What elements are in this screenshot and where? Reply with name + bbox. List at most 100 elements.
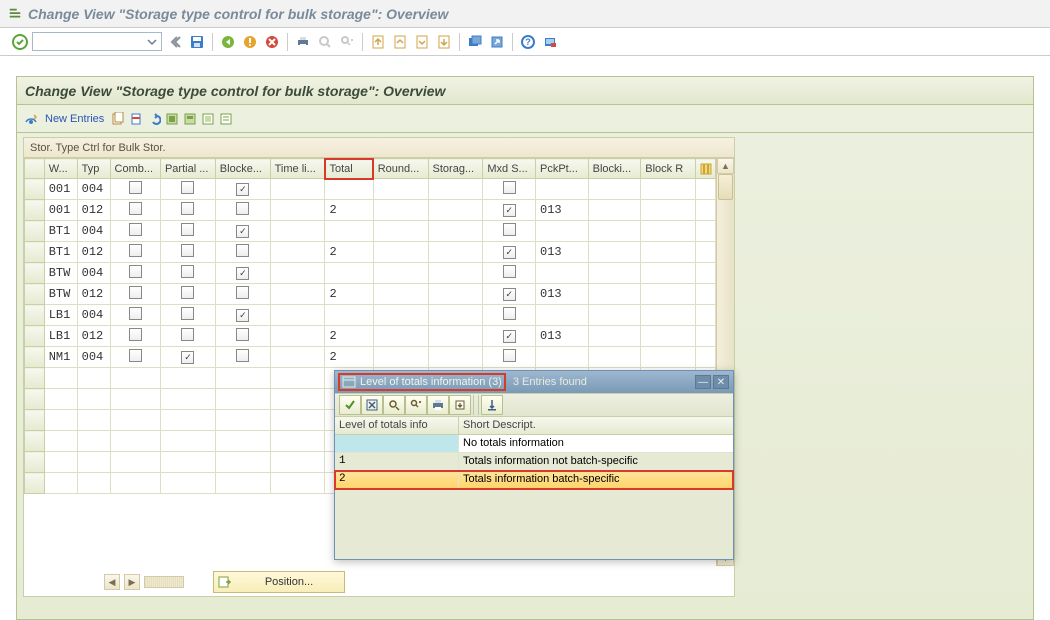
column-header[interactable]: Block R (641, 159, 696, 179)
column-header[interactable]: Blocke... (215, 159, 270, 179)
copy-as-icon[interactable] (110, 111, 126, 127)
select-all-icon[interactable] (164, 111, 180, 127)
table-row[interactable]: NM1004✓2 (25, 347, 716, 368)
checkbox[interactable] (129, 181, 142, 194)
prev-page-icon[interactable] (391, 33, 409, 51)
row-selector[interactable] (25, 347, 45, 368)
row-selector[interactable] (25, 200, 45, 221)
row-selector[interactable] (25, 431, 45, 452)
checkbox[interactable]: ✓ (503, 330, 516, 343)
row-selector[interactable] (25, 242, 45, 263)
checkbox[interactable] (236, 349, 249, 362)
row-selector[interactable] (25, 389, 45, 410)
table-row[interactable]: BT10122✓013 (25, 242, 716, 263)
dropdown-icon[interactable] (145, 35, 159, 49)
enter-icon[interactable] (12, 34, 28, 50)
checkbox[interactable] (129, 328, 142, 341)
config-icon[interactable] (218, 111, 234, 127)
new-session-icon[interactable] (466, 33, 484, 51)
checkbox[interactable] (129, 265, 142, 278)
select-block-icon[interactable] (182, 111, 198, 127)
checkbox[interactable]: ✓ (503, 288, 516, 301)
column-header[interactable]: Blocki... (588, 159, 641, 179)
find-icon[interactable] (316, 33, 334, 51)
popup-titlebar[interactable]: Level of totals information (3) 3 Entrie… (335, 371, 733, 393)
table-row[interactable]: LB1004✓ (25, 305, 716, 326)
checkbox[interactable] (129, 244, 142, 257)
row-selector[interactable] (25, 326, 45, 347)
column-header[interactable]: Comb... (110, 159, 160, 179)
accept-icon[interactable] (339, 395, 361, 415)
checkbox[interactable] (181, 286, 194, 299)
checkbox[interactable]: ✓ (236, 183, 249, 196)
toggle-display-icon[interactable] (23, 111, 39, 127)
popup-row[interactable]: 2Totals information batch-specific (335, 471, 733, 489)
checkbox[interactable] (129, 286, 142, 299)
minimize-icon[interactable]: — (695, 375, 711, 389)
last-page-icon[interactable] (435, 33, 453, 51)
table-row[interactable]: BT1004✓ (25, 221, 716, 242)
row-selector[interactable] (25, 452, 45, 473)
configure-columns-icon[interactable] (696, 159, 716, 179)
row-selector[interactable] (25, 179, 45, 200)
checkbox[interactable] (503, 265, 516, 278)
checkbox[interactable] (236, 202, 249, 215)
delete-icon[interactable] (128, 111, 144, 127)
table-row[interactable]: 0010122✓013 (25, 200, 716, 221)
undo-icon[interactable] (146, 111, 162, 127)
checkbox[interactable] (129, 307, 142, 320)
generate-shortcut-icon[interactable] (488, 33, 506, 51)
checkbox[interactable] (236, 286, 249, 299)
checkbox[interactable] (129, 349, 142, 362)
scroll-thumb[interactable] (718, 174, 733, 200)
row-selector[interactable] (25, 368, 45, 389)
checkbox[interactable] (181, 328, 194, 341)
checkbox[interactable]: ✓ (236, 309, 249, 322)
checkbox[interactable] (129, 223, 142, 236)
window-menu-icon[interactable] (8, 7, 22, 21)
column-header[interactable]: Partial ... (160, 159, 215, 179)
checkbox[interactable] (503, 223, 516, 236)
row-selector[interactable] (25, 263, 45, 284)
table-row[interactable]: BTW004✓ (25, 263, 716, 284)
checkbox[interactable] (503, 349, 516, 362)
checkbox[interactable]: ✓ (236, 225, 249, 238)
back-green-icon[interactable] (219, 33, 237, 51)
column-header[interactable]: W... (44, 159, 77, 179)
checkbox[interactable]: ✓ (181, 351, 194, 364)
row-selector[interactable] (25, 473, 45, 494)
find-next-icon[interactable] (338, 33, 356, 51)
print-popup-icon[interactable] (427, 395, 449, 415)
horizontal-scrollbar[interactable]: ◀ ▶ (104, 574, 204, 590)
checkbox[interactable]: ✓ (236, 267, 249, 280)
print-icon[interactable] (294, 33, 312, 51)
new-entries-button[interactable]: New Entries (45, 113, 104, 125)
find-next-popup-icon[interactable] (405, 395, 427, 415)
row-selector[interactable] (25, 284, 45, 305)
checkbox[interactable] (503, 181, 516, 194)
close-icon[interactable]: ✕ (713, 375, 729, 389)
back-icon[interactable] (166, 33, 184, 51)
table-row[interactable]: LB10122✓013 (25, 326, 716, 347)
checkbox[interactable] (236, 328, 249, 341)
column-header[interactable] (25, 159, 45, 179)
next-page-icon[interactable] (413, 33, 431, 51)
checkbox[interactable] (181, 244, 194, 257)
column-header[interactable]: Total (325, 159, 373, 179)
checkbox[interactable] (181, 223, 194, 236)
popup-row[interactable]: No totals information (335, 435, 733, 453)
scroll-left-icon[interactable]: ◀ (104, 574, 120, 590)
cancel-icon[interactable] (263, 33, 281, 51)
table-row[interactable]: 001004✓ (25, 179, 716, 200)
checkbox[interactable] (503, 307, 516, 320)
checkbox[interactable] (181, 181, 194, 194)
column-header[interactable]: Mxd S... (483, 159, 536, 179)
hscroll-track[interactable] (144, 576, 184, 588)
column-header[interactable]: Storag... (428, 159, 483, 179)
checkbox[interactable]: ✓ (503, 204, 516, 217)
deselect-all-icon[interactable] (200, 111, 216, 127)
checkbox[interactable]: ✓ (503, 246, 516, 259)
save-icon[interactable] (188, 33, 206, 51)
checkbox[interactable] (181, 265, 194, 278)
command-field[interactable] (32, 32, 162, 51)
